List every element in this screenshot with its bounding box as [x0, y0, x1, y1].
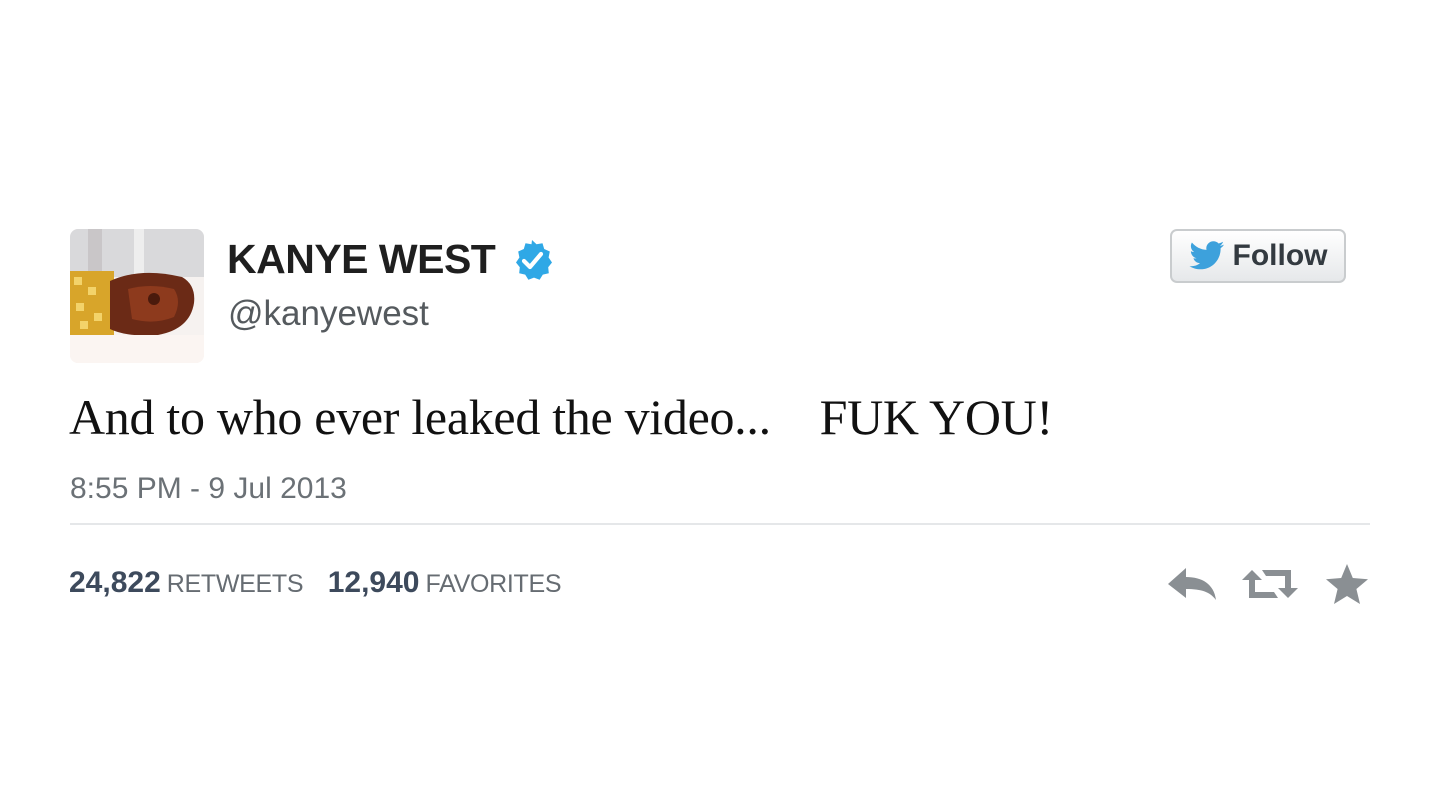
divider	[70, 523, 1370, 525]
favorites-stat[interactable]: 12,940 FAVORITES	[328, 566, 562, 599]
tweet-card: KANYE WEST @kanyewest Follow And to who …	[0, 0, 1440, 809]
author-handle[interactable]: @kanyewest	[228, 294, 429, 334]
tweet-timestamp[interactable]: 8:55 PM - 9 Jul 2013	[70, 472, 347, 506]
retweet-icon[interactable]	[1240, 562, 1300, 606]
follow-button[interactable]: Follow	[1170, 229, 1346, 283]
reply-icon[interactable]	[1164, 562, 1220, 606]
favorites-count: 12,940	[327, 566, 420, 599]
tweet-stats: 24,822 RETWEETS 12,940 FAVORITES	[69, 566, 562, 600]
author-name-row: KANYE WEST	[227, 236, 553, 283]
follow-button-label: Follow	[1232, 239, 1328, 272]
retweets-stat[interactable]: 24,822 RETWEETS	[69, 566, 308, 599]
tweet-text: And to who ever leaked the video... FUK …	[69, 389, 1053, 445]
author-display-name[interactable]: KANYE WEST	[227, 236, 496, 283]
retweets-label: RETWEETS	[166, 570, 304, 598]
avatar-image	[70, 229, 204, 363]
twitter-bird-icon	[1189, 241, 1224, 270]
retweets-count: 24,822	[69, 566, 161, 599]
avatar[interactable]	[70, 229, 204, 363]
verified-badge-icon	[516, 239, 553, 280]
favorites-label: FAVORITES	[425, 570, 562, 598]
star-icon[interactable]	[1324, 562, 1370, 606]
tweet-actions	[1164, 562, 1374, 606]
